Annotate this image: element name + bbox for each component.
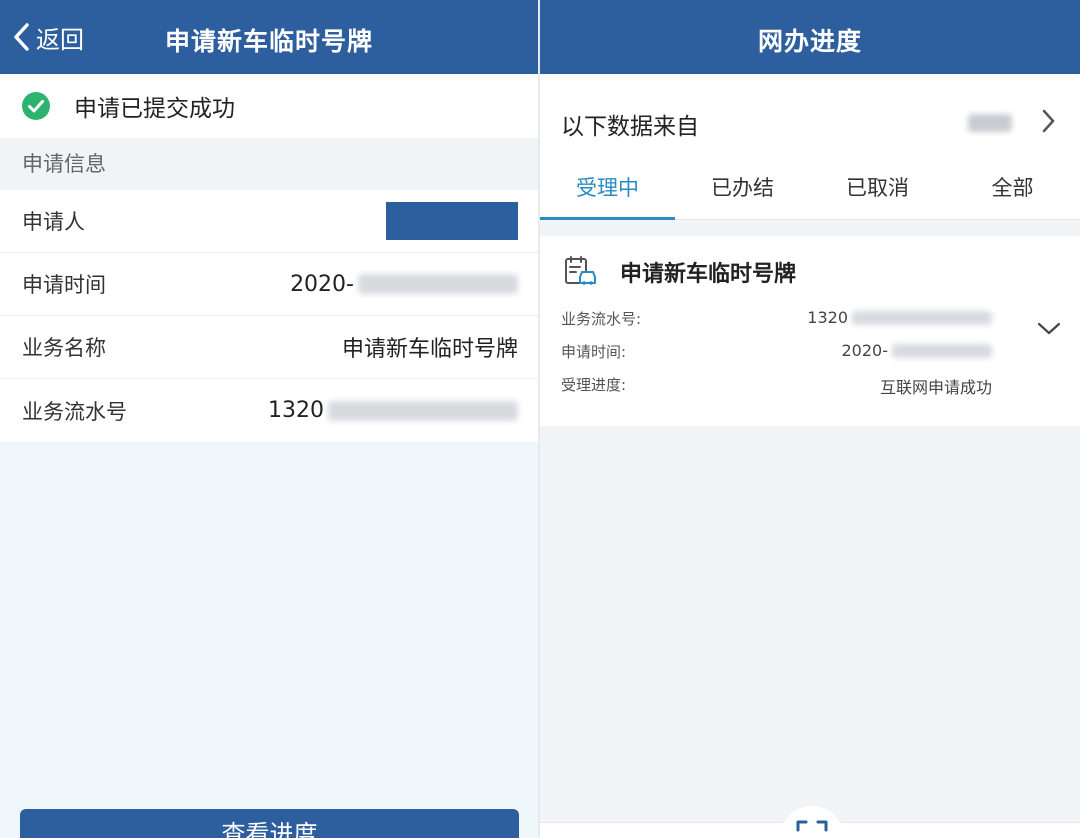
card-title: 申请新车临时号牌 bbox=[620, 262, 797, 287]
info-value-serial: 1320 bbox=[268, 398, 518, 423]
card-field-value: 2020- bbox=[841, 341, 992, 360]
info-label: 申请时间 bbox=[22, 273, 106, 297]
check-circle-icon bbox=[22, 92, 50, 120]
chevron-left-icon bbox=[14, 23, 29, 51]
data-source-label: 以下数据来自 bbox=[561, 114, 699, 140]
info-value-text: 1320 bbox=[268, 398, 324, 423]
card-field-label: 业务流水号: bbox=[561, 310, 642, 328]
info-value-time: 2020- bbox=[290, 272, 518, 297]
tab-completed[interactable]: 已办结 bbox=[675, 168, 810, 219]
car-document-icon bbox=[565, 256, 596, 285]
blurred-text bbox=[892, 343, 992, 358]
scan-icon bbox=[796, 820, 828, 832]
tab-all[interactable]: 全部 bbox=[945, 168, 1080, 219]
progress-card[interactable]: 申请新车临时号牌 业务流水号: 1320 申请时间: 2020- 受理进度: 互… bbox=[540, 236, 1080, 426]
page-title: 申请新车临时号牌 bbox=[164, 27, 373, 56]
card-field-label: 受理进度: bbox=[561, 376, 627, 394]
top-nav-bar: 返回 申请新车临时号牌 bbox=[0, 0, 538, 74]
tab-processing[interactable]: 受理中 bbox=[540, 168, 675, 220]
blurred-text bbox=[852, 310, 992, 325]
blurred-text bbox=[358, 274, 518, 294]
application-result-screen: 返回 申请新车临时号牌 申请已提交成功 申请信息 申请人 申请时间 2020- … bbox=[0, 0, 538, 838]
info-row-serial: 业务流水号 1320 bbox=[0, 379, 538, 442]
info-row-time: 申请时间 2020- bbox=[0, 253, 538, 316]
info-label: 业务流水号 bbox=[22, 399, 127, 424]
card-field-value: 互联网申请成功 bbox=[879, 378, 992, 397]
chevron-right-icon bbox=[1042, 109, 1055, 133]
card-field-label: 申请时间: bbox=[561, 343, 627, 361]
redacted-block bbox=[386, 202, 518, 240]
data-source-row[interactable]: 以下数据来自 bbox=[540, 74, 1080, 168]
blurred-text bbox=[968, 114, 1012, 132]
card-field-value: 1320 bbox=[807, 308, 992, 327]
scan-button[interactable] bbox=[780, 806, 844, 838]
info-row-applicant: 申请人 bbox=[0, 190, 538, 253]
info-value-text: 2020- bbox=[290, 271, 354, 297]
success-text: 申请已提交成功 bbox=[74, 96, 235, 122]
online-progress-screen: 网办进度 以下数据来自 受理中 已办结 已取消 全部 申请新车临时号牌 业务流水… bbox=[540, 0, 1080, 838]
view-progress-button[interactable]: 查看进度 bbox=[20, 809, 519, 838]
application-info-list: 申请人 申请时间 2020- 业务名称 申请新车临时号牌 业务流水号 1320 bbox=[0, 190, 538, 442]
top-nav-bar: 网办进度 bbox=[540, 0, 1080, 74]
chevron-down-icon[interactable] bbox=[1036, 320, 1062, 336]
info-label: 业务名称 bbox=[22, 336, 106, 360]
status-tabs: 受理中 已办结 已取消 全部 bbox=[540, 168, 1080, 220]
card-value-text: 2020- bbox=[841, 341, 889, 360]
submit-success-banner: 申请已提交成功 bbox=[0, 74, 538, 138]
card-value-text: 1320 bbox=[807, 308, 848, 327]
section-header: 申请信息 bbox=[0, 138, 538, 190]
info-row-business-name: 业务名称 申请新车临时号牌 bbox=[0, 316, 538, 379]
blurred-text bbox=[328, 400, 518, 421]
info-label: 申请人 bbox=[22, 210, 85, 234]
page-title: 网办进度 bbox=[757, 27, 862, 56]
info-value-applicant bbox=[386, 202, 518, 240]
info-value-business-name: 申请新车临时号牌 bbox=[341, 337, 518, 362]
tab-cancelled[interactable]: 已取消 bbox=[810, 168, 945, 219]
